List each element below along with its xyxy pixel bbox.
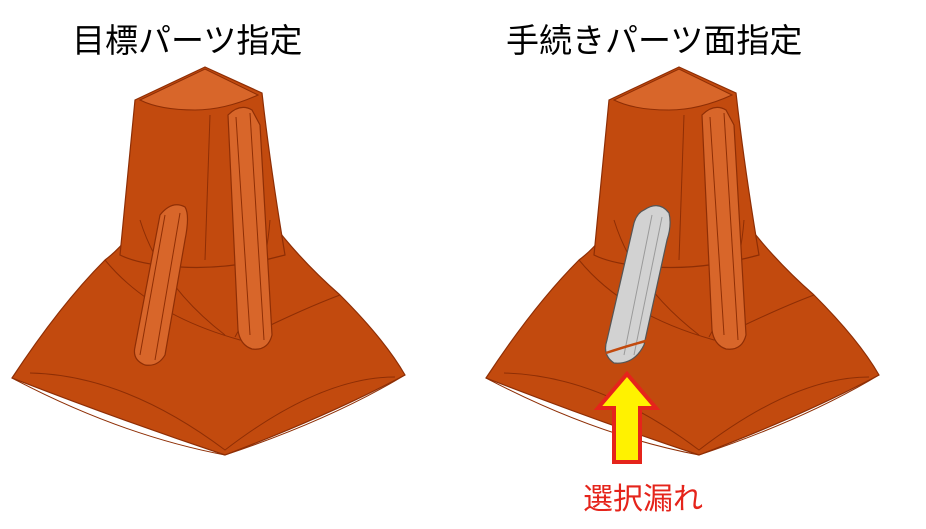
part-body xyxy=(11,66,406,456)
target-part-model xyxy=(11,66,406,456)
up-arrow-icon xyxy=(594,370,660,464)
missed-selection-label: 選択漏れ xyxy=(583,482,703,517)
procedure-part-model xyxy=(485,66,880,456)
part-body xyxy=(485,66,880,456)
